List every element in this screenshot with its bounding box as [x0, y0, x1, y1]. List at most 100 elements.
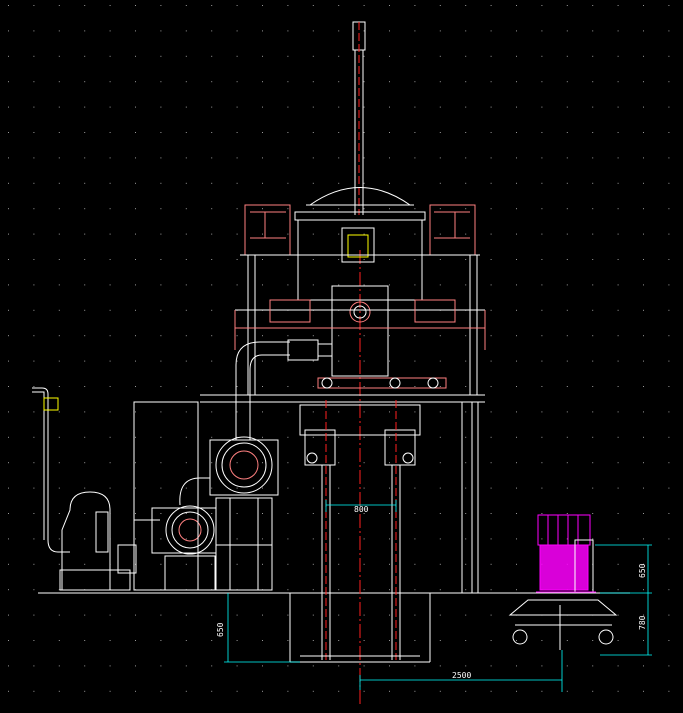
grid-dot: [160, 335, 162, 337]
grid-dot: [8, 360, 9, 362]
grid-dot: [516, 563, 517, 565]
grid-dot: [160, 81, 162, 83]
grid-dot: [668, 411, 670, 413]
grid-dot: [338, 5, 340, 6]
grid-dot: [211, 284, 213, 286]
grid-dot: [566, 182, 568, 184]
grid-dot: [84, 436, 86, 438]
grid-dot: [668, 106, 670, 108]
grid-dot: [262, 284, 263, 286]
grid-dot: [592, 538, 594, 540]
grid-dot: [8, 665, 9, 667]
dim-column-width: 800: [354, 505, 369, 514]
grid-dot: [312, 335, 314, 337]
grid-dot: [33, 360, 35, 362]
grid-dot: [490, 563, 492, 565]
grid-dot: [236, 538, 238, 540]
grid-dot: [566, 106, 568, 108]
grid-dot: [160, 386, 162, 387]
grid-dot: [617, 462, 619, 464]
grid-dot: [566, 55, 568, 57]
grid-dot: [643, 182, 644, 184]
grid-dot: [58, 233, 60, 235]
grid-dot: [338, 360, 340, 362]
grid-dot: [84, 665, 86, 667]
grid-dot: [58, 208, 60, 210]
grid-dot: [566, 284, 568, 286]
grid-dot: [643, 690, 644, 692]
grid-dot: [617, 157, 619, 159]
grid-dot: [84, 284, 86, 286]
grid-dot: [58, 132, 60, 133]
grid-dot: [414, 360, 416, 362]
grid-dot: [338, 538, 340, 540]
grid-dot: [465, 665, 467, 667]
grid-dot: [338, 690, 340, 692]
grid-dot: [516, 157, 517, 159]
grid-dot: [33, 589, 35, 591]
grid-dot: [389, 614, 390, 616]
grid-dot: [287, 563, 289, 565]
grid-dot: [363, 436, 365, 438]
grid-dot: [617, 132, 619, 133]
grid-dot: [262, 411, 263, 413]
grid-dot: [592, 284, 594, 286]
grid-dot: [490, 513, 492, 514]
grid-dot: [8, 182, 9, 184]
grid-dot: [389, 589, 390, 591]
grid-dot: [33, 614, 35, 616]
grid-dot: [109, 335, 111, 337]
grid-dot: [592, 106, 594, 108]
grid-dot: [617, 233, 619, 235]
grid-dot: [262, 487, 263, 489]
grid-dot: [287, 335, 289, 337]
grid-dot: [490, 411, 492, 413]
grid-dot: [566, 690, 568, 692]
grid-dot: [236, 106, 238, 108]
control-cabinet: [133, 401, 199, 591]
grid-dot: [262, 81, 263, 83]
grid-dot: [287, 411, 289, 413]
grid-dot: [287, 665, 289, 667]
grid-dot: [643, 640, 644, 641]
grid-dot: [135, 30, 136, 32]
grid-dot: [58, 487, 60, 489]
grid-dot: [566, 233, 568, 235]
grid-dot: [516, 309, 517, 311]
grid-dot: [617, 284, 619, 286]
grid-dot: [363, 690, 365, 692]
grid-dot: [84, 30, 86, 32]
grid-dot: [363, 182, 365, 184]
grid-dot: [592, 233, 594, 235]
grid-dot: [389, 411, 390, 413]
grid-dot: [262, 106, 263, 108]
grid-dot: [465, 462, 467, 464]
grid-dot: [135, 690, 136, 692]
grid-dot: [211, 335, 213, 337]
grid-dot: [160, 157, 162, 159]
grid-dot: [465, 284, 467, 286]
grid-dot: [160, 208, 162, 210]
grid-dot: [58, 157, 60, 159]
grid-dot: [109, 132, 111, 133]
grid-dot: [490, 233, 492, 235]
grid-dot: [58, 284, 60, 286]
grid-dot: [262, 614, 263, 616]
grid-dot: [363, 614, 365, 616]
grid-dot: [389, 284, 390, 286]
grid-dot: [592, 462, 594, 464]
grid-dot: [465, 132, 467, 133]
grid-dot: [592, 5, 594, 6]
grid-dot: [109, 106, 111, 108]
grid-dot: [8, 208, 9, 210]
grid-dot: [135, 614, 136, 616]
grid-dot: [541, 436, 543, 438]
grid-dot: [262, 513, 263, 514]
grid-dot: [414, 132, 416, 133]
grid-dot: [566, 513, 568, 514]
grid-dot: [363, 589, 365, 591]
grid-dot: [439, 30, 441, 32]
grid-dot: [287, 436, 289, 438]
grid-dot: [135, 436, 136, 438]
grid-dot: [363, 360, 365, 362]
